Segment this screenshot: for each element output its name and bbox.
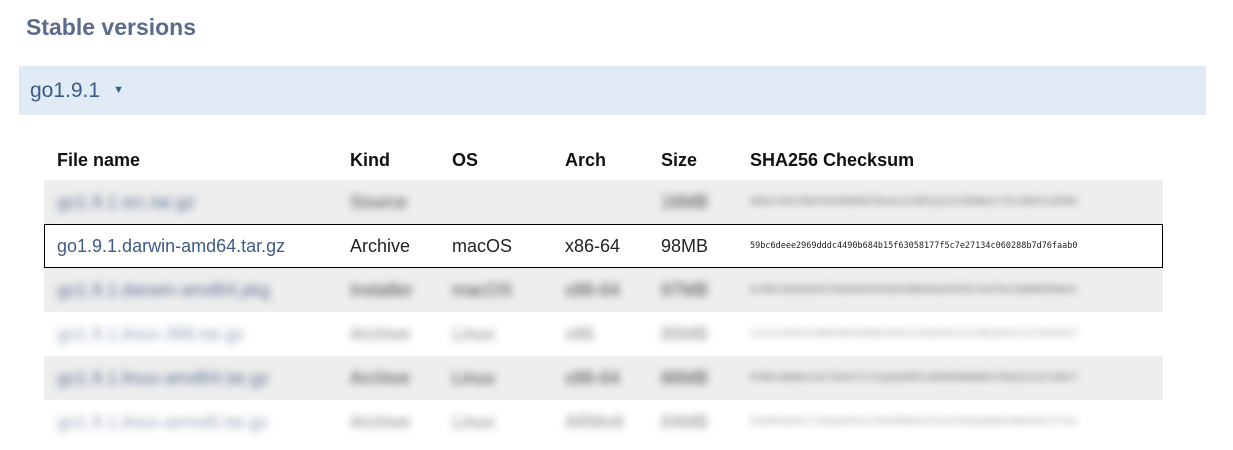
size-cell: 16MB: [661, 191, 709, 212]
checksum-cell: 2cea1ce9325cb40839601b566bc02b11c92b2942…: [750, 329, 1078, 339]
header-kind: Kind: [350, 149, 390, 170]
checksum-cell: 59bc6deee2969dddc4490b684b15f63058177f5c…: [750, 241, 1078, 251]
file-link[interactable]: go1.9.1.linux-386.tar.gz: [57, 324, 244, 345]
os-cell: macOS: [452, 235, 513, 256]
kind-cell: Archive: [350, 367, 411, 388]
arch-cell: x86-64: [565, 235, 621, 256]
arch-cell: x86: [565, 323, 595, 344]
header-file-name: File name: [57, 149, 141, 170]
version-toggle[interactable]: go1.9.1 ▼: [19, 66, 1206, 115]
section-title: Stable versions: [26, 14, 197, 40]
os-cell: macOS: [452, 279, 513, 300]
os-cell: Linux: [452, 411, 496, 432]
size-cell: 97MB: [661, 279, 709, 300]
os-cell: Linux: [452, 367, 496, 388]
arch-cell: x86-64: [565, 279, 621, 300]
file-link[interactable]: go1.9.1.linux-amd64.tar.gz: [57, 368, 269, 389]
arch-cell: ARMv6: [565, 411, 625, 432]
file-link[interactable]: go1.9.1.darwin-amd64.tar.gz: [57, 236, 285, 257]
downloads-page: Stable versions go1.9.1 ▼ File name Kind…: [0, 0, 1233, 450]
table-row: go1.9.1.src.tar.gz Source 16MB a84afc9dc…: [44, 180, 1163, 224]
table-row: go1.9.1.linux-386.tar.gz Archive Linux x…: [44, 312, 1163, 356]
checksum-cell: a84afc9dc7d64fe0fa84d4d735e2ece23831a221…: [750, 197, 1078, 207]
table-row: go1.9.1.darwin-amd64.pkg Installer macOS…: [44, 268, 1163, 312]
file-link[interactable]: go1.9.1.darwin-amd64.pkg: [57, 280, 270, 301]
size-cell: 98MB: [661, 235, 709, 256]
header-os: OS: [452, 149, 479, 170]
size-cell: 84MB: [661, 411, 709, 432]
checksum-cell: dc3b6c3d2e6a5d1f2b4e8e5a4fbd2e3b6b4de4e3…: [750, 285, 1078, 295]
version-label: go1.9.1: [30, 78, 101, 102]
caret-down-icon: ▼: [113, 83, 124, 96]
table-header: File name Kind OS Arch Size SHA256 Check…: [44, 140, 1163, 180]
file-link[interactable]: go1.9.1.linux-armv6l.tar.gz: [57, 412, 268, 433]
checksum-cell: 07d81c6b6b4c2dcf1b5ef7c27aaebd3691cdb405…: [750, 373, 1078, 383]
os-cell: Linux: [452, 323, 496, 344]
downloads-table: File name Kind OS Arch Size SHA256 Check…: [44, 140, 1163, 444]
header-checksum: SHA256 Checksum: [750, 149, 915, 170]
checksum-cell: 65a0495a50c7c240a6487b1170939586332f6c8f…: [750, 417, 1078, 427]
size-cell: 85MB: [661, 323, 709, 344]
table-row-highlighted: go1.9.1.darwin-amd64.tar.gz Archive macO…: [44, 224, 1163, 268]
kind-cell: Archive: [350, 235, 411, 256]
header-arch: Arch: [565, 149, 607, 170]
kind-cell: Source: [350, 191, 408, 212]
kind-cell: Archive: [350, 323, 411, 344]
size-cell: 86MB: [661, 367, 709, 388]
arch-cell: x86-64: [565, 367, 621, 388]
kind-cell: Archive: [350, 411, 411, 432]
kind-cell: Installer: [350, 279, 414, 300]
table-row: go1.9.1.linux-armv6l.tar.gz Archive Linu…: [44, 400, 1163, 444]
table-row: go1.9.1.linux-amd64.tar.gz Archive Linux…: [44, 356, 1163, 400]
header-size: Size: [661, 149, 698, 170]
file-link[interactable]: go1.9.1.src.tar.gz: [57, 192, 195, 213]
